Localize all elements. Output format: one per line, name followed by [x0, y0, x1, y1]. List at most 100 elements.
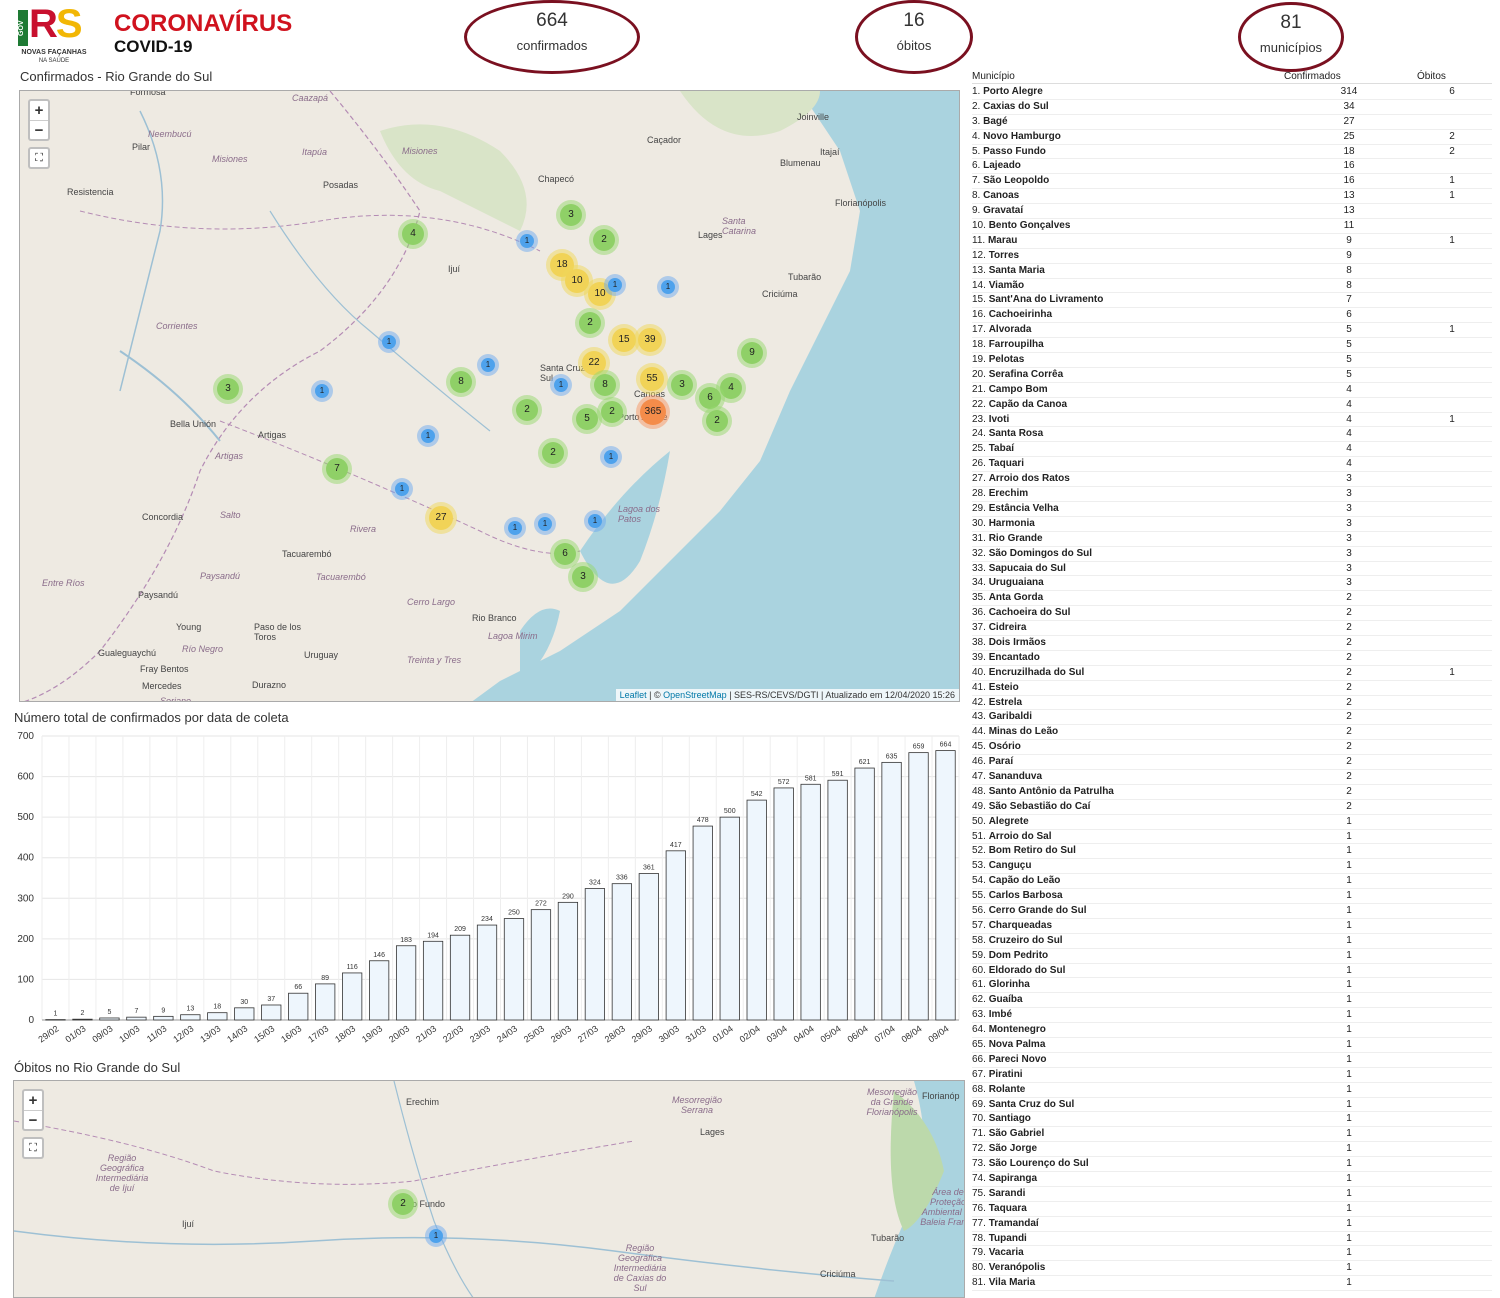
map-cluster-marker[interactable]: 1 — [516, 230, 538, 252]
row-confirmados: 4 — [1346, 443, 1352, 455]
map-cluster-marker[interactable]: 1 — [425, 1225, 447, 1247]
map-cluster-marker[interactable]: 8 — [590, 370, 620, 400]
stat-label: municípios — [1259, 40, 1323, 55]
map-cluster-marker[interactable]: 1 — [604, 274, 626, 296]
row-confirmados: 2 — [1346, 666, 1352, 678]
map-cluster-marker[interactable]: 365 — [636, 395, 670, 429]
map-cluster-marker[interactable]: 1 — [417, 425, 439, 447]
table-row: 80. Veranópolis 1 — [972, 1261, 1492, 1277]
map-place-label: Posadas — [323, 180, 359, 190]
zoom-out-button[interactable]: − — [24, 1110, 42, 1129]
map-cluster-marker[interactable]: 1 — [600, 446, 622, 468]
map-cluster-marker[interactable]: 39 — [634, 324, 666, 356]
bar — [530, 909, 552, 1021]
row-confirmados: 1 — [1346, 1277, 1352, 1289]
map-cluster-marker[interactable]: 3 — [667, 370, 697, 400]
map-place-label: Região Geográfica Intermediária de Caxia… — [613, 1243, 667, 1293]
table-row: 46. Paraí 2 — [972, 755, 1492, 770]
map-cluster-marker[interactable]: 27 — [425, 502, 457, 534]
map-place-label: Tacuarembó — [316, 572, 366, 582]
y-tick-label: 600 — [17, 772, 34, 783]
map-cluster-marker[interactable]: 2 — [538, 438, 568, 468]
row-municipio: 1. Porto Alegre — [972, 86, 1043, 97]
table-row: 71. São Gabriel 1 — [972, 1127, 1492, 1143]
map-cluster-marker[interactable]: 9 — [737, 338, 767, 368]
stat-confirmados: 664 confirmados — [464, 0, 640, 74]
map-place-label: Área de Proteção Ambiental da Baleia Fra… — [920, 1187, 965, 1227]
map-cluster-marker[interactable]: 2 — [575, 308, 605, 338]
map-cluster-marker[interactable]: 3 — [568, 562, 598, 592]
x-tick-label: 29/03 — [630, 1023, 654, 1044]
row-confirmados: 2 — [1346, 770, 1352, 782]
map-confirmados[interactable]: Formosa Caazapá Neembucú Pilar Misiones Itapú… — [19, 90, 960, 702]
map-cluster-marker[interactable]: 3 — [213, 374, 243, 404]
map-cluster-marker[interactable]: 1 — [391, 478, 413, 500]
bar — [854, 767, 875, 1021]
map-cluster-marker[interactable]: 55 — [636, 363, 668, 395]
map-obitos[interactable]: Mesorregião da Grande Florianópolis Flori… — [13, 1080, 965, 1298]
map-place-label: Mercedes — [142, 681, 182, 691]
row-municipio: 9. Gravataí — [972, 205, 1024, 217]
row-municipio: 45. Osório — [972, 741, 1021, 753]
row-confirmados: 1 — [1346, 964, 1352, 976]
cluster-count: 55 — [640, 367, 664, 391]
map-cluster-marker[interactable]: 2 — [702, 406, 732, 436]
map-place-label: Lagoa dos Patos — [618, 504, 661, 524]
row-confirmados: 13 — [1343, 190, 1355, 202]
map-cluster-marker[interactable]: 2 — [589, 225, 619, 255]
row-municipio: 42. Estrela — [972, 696, 1023, 708]
table-row: 60. Eldorado do Sul 1 — [972, 964, 1492, 979]
table-row: 33. Sapucaia do Sul 3 — [972, 562, 1492, 577]
row-confirmados: 2 — [1346, 756, 1352, 768]
map-cluster-marker[interactable]: 1 — [657, 276, 679, 298]
map-cluster-marker[interactable]: 1 — [504, 517, 526, 539]
map-place-label: Lages — [700, 1127, 725, 1137]
map-place-label: Cerro Largo — [407, 597, 456, 607]
cluster-count: 3 — [217, 378, 239, 400]
bar — [773, 787, 794, 1021]
data-label: 290 — [562, 893, 574, 900]
x-tick-label: 29/02 — [36, 1023, 60, 1044]
map-place-label: Região Geográfica Intermediária de Ijuí — [95, 1153, 149, 1193]
x-tick-label: 09/04 — [926, 1023, 950, 1044]
map-cluster-marker[interactable]: 1 — [311, 380, 333, 402]
map-place-label: Salto — [220, 510, 241, 520]
x-tick-label: 17/03 — [306, 1023, 330, 1044]
col-obitos: Óbitos — [1417, 71, 1446, 82]
row-municipio: 50. Alegrete — [972, 815, 1029, 827]
map-cluster-marker[interactable]: 1 — [584, 510, 606, 532]
osm-link[interactable]: OpenStreetMap — [663, 690, 727, 700]
data-label: 250 — [508, 910, 520, 917]
zoom-in-button[interactable]: + — [24, 1091, 42, 1110]
row-municipio: 36. Cachoeira do Sul — [972, 607, 1071, 619]
row-municipio: 30. Harmonia — [972, 517, 1035, 529]
map-cluster-marker[interactable]: 1 — [534, 513, 556, 535]
map-background — [24, 91, 959, 701]
map-cluster-marker[interactable]: 2 — [512, 395, 542, 425]
zoom-in-button[interactable]: + — [30, 101, 48, 120]
map-cluster-marker[interactable]: 8 — [446, 367, 476, 397]
map-cluster-marker[interactable]: 4 — [398, 219, 428, 249]
bar — [45, 1019, 66, 1021]
fullscreen-button[interactable]: ⛶ — [28, 147, 50, 169]
municipios-table: 1. Porto Alegre 314 6 2. Caxias do Sul 34 3. … — [972, 85, 1492, 1292]
table-row: 81. Vila Maria 1 — [972, 1276, 1492, 1292]
map-cluster-marker[interactable]: 2 — [388, 1189, 418, 1219]
fullscreen-button[interactable]: ⛶ — [22, 1137, 44, 1159]
row-municipio: 22. Capão da Canoa — [972, 398, 1068, 410]
map-cluster-marker[interactable]: 1 — [477, 354, 499, 376]
row-municipio: 18. Farroupilha — [972, 339, 1044, 351]
row-confirmados: 2 — [1346, 651, 1352, 663]
map-place-label: Resistencia — [67, 187, 114, 197]
row-confirmados: 1 — [1346, 994, 1352, 1006]
map-cluster-marker[interactable]: 7 — [322, 454, 352, 484]
zoom-out-button[interactable]: − — [30, 120, 48, 139]
map-cluster-marker[interactable]: 1 — [378, 331, 400, 353]
map-cluster-marker[interactable]: 2 — [597, 397, 627, 427]
data-label: 18 — [213, 1004, 221, 1011]
bar — [315, 983, 336, 1021]
data-label: 183 — [400, 937, 412, 944]
map-cluster-marker[interactable]: 1 — [550, 374, 572, 396]
map-cluster-marker[interactable]: 3 — [556, 200, 586, 230]
leaflet-link[interactable]: Leaflet — [620, 690, 647, 700]
